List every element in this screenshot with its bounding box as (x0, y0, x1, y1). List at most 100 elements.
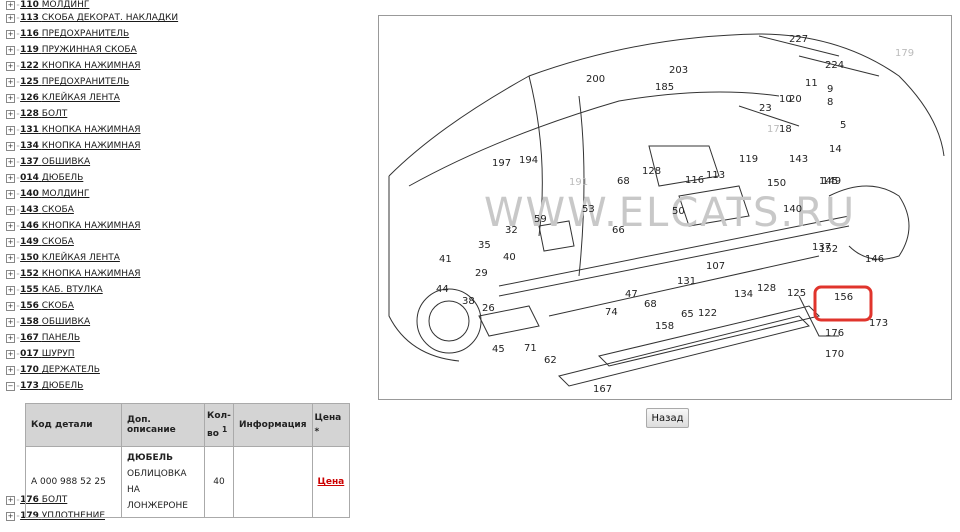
callout-74[interactable]: 74 (605, 307, 618, 318)
expand-icon[interactable]: + (6, 365, 15, 375)
tree-item-167[interactable]: + ·· 167 ПАНЕЛЬ (6, 330, 366, 346)
part-link[interactable]: 122 КНОПКА НАЖИМНАЯ (20, 61, 140, 71)
part-link[interactable]: 150 КЛЕЙКАЯ ЛЕНТА (20, 253, 120, 263)
callout-156[interactable]: 156 (834, 292, 853, 303)
expand-icon[interactable]: + (6, 317, 15, 327)
tree-item-158[interactable]: + ·· 158 ОБШИВКА (6, 314, 366, 330)
callout-59[interactable]: 59 (534, 214, 547, 225)
callout-122[interactable]: 122 (698, 308, 717, 319)
callout-44[interactable]: 44 (436, 284, 449, 295)
callout-68[interactable]: 68 (617, 176, 630, 187)
tree-item-155[interactable]: + ·· 155 КАБ. ВТУЛКА (6, 282, 366, 298)
callout-20[interactable]: 20 (789, 94, 802, 105)
callout-173[interactable]: 173 (869, 318, 888, 329)
expand-icon[interactable]: + (6, 205, 15, 215)
callout-113[interactable]: 113 (706, 170, 725, 181)
expand-icon[interactable]: + (6, 237, 15, 247)
collapse-icon[interactable]: − (6, 381, 15, 391)
tree-item-152[interactable]: + ·· 152 КНОПКА НАЖИМНАЯ (6, 266, 366, 282)
expand-icon[interactable]: + (6, 125, 15, 135)
expand-icon[interactable]: + (6, 173, 15, 183)
tree-item-125[interactable]: + ·· 125 ПРЕДОХРАНИТЕЛЬ (6, 74, 366, 90)
tree-item-150[interactable]: + ·· 150 КЛЕЙКАЯ ЛЕНТА (6, 250, 366, 266)
part-link[interactable]: 125 ПРЕДОХРАНИТЕЛЬ (20, 77, 129, 87)
callout-53[interactable]: 53 (582, 204, 595, 215)
expand-icon[interactable]: + (6, 141, 15, 151)
part-link[interactable]: 126 КЛЕЙКАЯ ЛЕНТА (20, 93, 120, 103)
tree-item-014[interactable]: + ·· 014 ДЮБЕЛЬ (6, 170, 366, 186)
tree-item-143[interactable]: + ·· 143 СКОБА (6, 202, 366, 218)
callout-224[interactable]: 224 (825, 60, 844, 71)
callout-125[interactable]: 125 (787, 288, 806, 299)
callout-191[interactable]: 191 (569, 177, 588, 188)
callout-140[interactable]: 140 (783, 204, 802, 215)
part-link[interactable]: 149 СКОБА (20, 237, 74, 247)
callout-11[interactable]: 11 (805, 78, 818, 89)
part-link[interactable]: 128 БОЛТ (20, 109, 67, 119)
expand-icon[interactable]: + (6, 511, 15, 521)
part-link[interactable]: 113 СКОБА ДЕКОРАТ. НАКЛАДКИ (20, 13, 178, 23)
expand-icon[interactable]: + (6, 301, 15, 311)
expand-icon[interactable]: + (6, 157, 15, 167)
part-link[interactable]: 140 МОЛДИНГ (20, 189, 89, 199)
expand-icon[interactable]: + (6, 61, 15, 71)
callout-170[interactable]: 170 (825, 349, 844, 360)
tree-item-119[interactable]: + ·· 119 ПРУЖИННАЯ СКОБА (6, 42, 366, 58)
tree-item-134[interactable]: + ·· 134 КНОПКА НАЖИМНАЯ (6, 138, 366, 154)
tree-item-149[interactable]: + ·· 149 СКОБА (6, 234, 366, 250)
tree-item-126[interactable]: + ·· 126 КЛЕЙКАЯ ЛЕНТА (6, 90, 366, 106)
callout-17[interactable]: 17 (767, 124, 780, 135)
callout-5[interactable]: 5 (840, 120, 846, 131)
expand-icon[interactable]: + (6, 189, 15, 199)
callout-66[interactable]: 66 (612, 225, 625, 236)
callout-14[interactable]: 14 (829, 144, 842, 155)
expand-icon[interactable]: + (6, 93, 15, 103)
callout-26[interactable]: 26 (482, 303, 495, 314)
callout-18[interactable]: 18 (779, 124, 792, 135)
part-link[interactable]: 131 КНОПКА НАЖИМНАЯ (20, 125, 140, 135)
callout-176[interactable]: 176 (825, 328, 844, 339)
tree-item-146[interactable]: + ·· 146 КНОПКА НАЖИМНАЯ (6, 218, 366, 234)
part-link[interactable]: 017 ШУРУП (20, 349, 74, 359)
callout-68[interactable]: 68 (644, 299, 657, 310)
callout-29[interactable]: 29 (475, 268, 488, 279)
callout-143[interactable]: 143 (789, 154, 808, 165)
tree-item-113[interactable]: + ·· 113 СКОБА ДЕКОРАТ. НАКЛАДКИ (6, 10, 366, 26)
callout-203[interactable]: 203 (669, 65, 688, 76)
callout-119[interactable]: 119 (739, 154, 758, 165)
callout-8[interactable]: 8 (827, 97, 833, 108)
part-link[interactable]: 155 КАБ. ВТУЛКА (20, 285, 103, 295)
callout-200[interactable]: 200 (586, 74, 605, 85)
callout-185[interactable]: 185 (655, 82, 674, 93)
callout-41[interactable]: 41 (439, 254, 452, 265)
part-link[interactable]: 152 КНОПКА НАЖИМНАЯ (20, 269, 140, 279)
expand-icon[interactable]: + (6, 13, 15, 23)
callout-197[interactable]: 197 (492, 158, 511, 169)
callout-194[interactable]: 194 (519, 155, 538, 166)
price-link[interactable]: Цена (318, 477, 345, 487)
part-link[interactable]: 156 СКОБА (20, 301, 74, 311)
part-link[interactable]: 143 СКОБА (20, 205, 74, 215)
tree-item-122[interactable]: + ·· 122 КНОПКА НАЖИМНАЯ (6, 58, 366, 74)
part-link[interactable]: 146 КНОПКА НАЖИМНАЯ (20, 221, 140, 231)
callout-145[interactable]: 145 (819, 176, 838, 187)
callout-23[interactable]: 23 (759, 103, 772, 114)
tree-item-140[interactable]: + ·· 140 МОЛДИНГ (6, 186, 366, 202)
callout-9[interactable]: 9 (827, 84, 833, 95)
part-link[interactable]: 110 МОЛДИНГ (20, 0, 89, 10)
expand-icon[interactable]: + (6, 333, 15, 343)
tree-item-137[interactable]: + ·· 137 ОБШИВКА (6, 154, 366, 170)
callout-227[interactable]: 227 (789, 34, 808, 45)
callout-71[interactable]: 71 (524, 343, 537, 354)
tree-item-116[interactable]: + ·· 116 ПРЕДОХРАНИТЕЛЬ (6, 26, 366, 42)
callout-131[interactable]: 131 (677, 276, 696, 287)
part-link[interactable]: 116 ПРЕДОХРАНИТЕЛЬ (20, 29, 129, 39)
part-link[interactable]: 158 ОБШИВКА (20, 317, 90, 327)
callout-134[interactable]: 134 (734, 289, 753, 300)
callout-152[interactable]: 152 (819, 244, 838, 255)
callout-62[interactable]: 62 (544, 355, 557, 366)
expand-icon[interactable]: + (6, 269, 15, 279)
part-link[interactable]: 134 КНОПКА НАЖИМНАЯ (20, 141, 140, 151)
back-button[interactable]: Назад (646, 408, 689, 428)
expand-icon[interactable]: + (6, 221, 15, 231)
